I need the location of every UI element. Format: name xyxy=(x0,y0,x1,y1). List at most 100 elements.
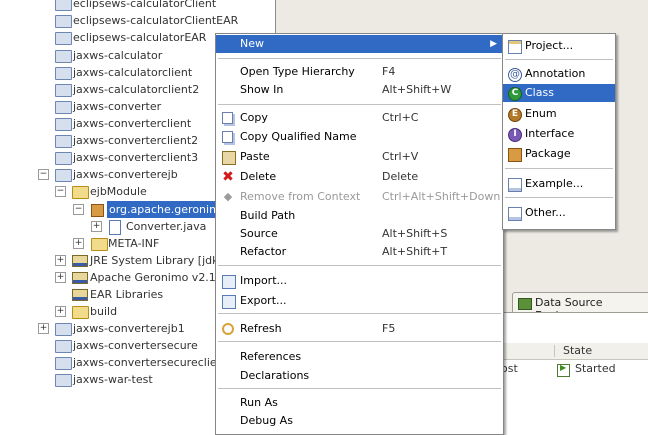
tree-item-label: JRE System Library [jdk1. xyxy=(90,254,230,267)
new-submenu: Project... @ Annotation C Class E Enum I… xyxy=(502,33,616,230)
menu-separator xyxy=(505,59,613,60)
new-wizard-icon xyxy=(508,207,522,221)
project-folder-icon xyxy=(55,357,72,370)
paste-icon xyxy=(222,151,236,165)
project-folder-icon xyxy=(55,32,72,45)
class-icon: C xyxy=(508,87,522,101)
tree-item[interactable]: eclipsews-calculatorClientEAR xyxy=(0,12,276,29)
project-folder-icon xyxy=(55,101,72,114)
column-separator[interactable] xyxy=(554,345,555,357)
tree-item-label: jaxws-converterclient xyxy=(73,117,192,130)
library-icon xyxy=(72,255,88,267)
submenu-item-enum[interactable]: E Enum xyxy=(503,105,615,123)
tree-item-label: ejbModule xyxy=(90,185,147,198)
menu-item-copy-qualified-name[interactable]: Copy Qualified Name xyxy=(216,128,503,146)
started-icon xyxy=(557,363,570,377)
tree-item-label: Converter.java xyxy=(126,220,207,233)
submenu-item-annotation[interactable]: @ Annotation xyxy=(503,65,615,83)
submenu-arrow-icon: ▶ xyxy=(490,39,497,49)
menu-item-export[interactable]: Export... xyxy=(216,292,503,310)
project-folder-icon xyxy=(55,135,72,148)
tree-item-label: eclipsews-calculatorEAR xyxy=(73,31,207,44)
menu-item-build-path[interactable]: Build Path xyxy=(216,207,503,225)
menu-item-import[interactable]: Import... xyxy=(216,272,503,290)
refresh-icon xyxy=(222,323,234,335)
project-folder-icon xyxy=(55,0,72,11)
expand-toggle[interactable]: + xyxy=(73,238,84,249)
project-folder-icon xyxy=(55,118,72,131)
menu-item-refresh[interactable]: Refresh F5 xyxy=(216,320,503,338)
library-icon xyxy=(72,272,88,284)
database-icon xyxy=(518,298,532,310)
submenu-item-package[interactable]: Package xyxy=(503,145,615,163)
enum-icon: E xyxy=(508,108,522,122)
menu-item-show-in[interactable]: Show In Alt+Shift+W xyxy=(216,81,503,99)
menu-item-paste[interactable]: Paste Ctrl+V xyxy=(216,148,503,166)
tree-item-label: EAR Libraries xyxy=(90,288,164,301)
tree-item-label: eclipsews-calculatorClient xyxy=(73,0,217,10)
collapse-toggle[interactable]: − xyxy=(73,204,84,215)
expand-toggle[interactable]: + xyxy=(38,323,49,334)
collapse-toggle[interactable]: − xyxy=(38,169,49,180)
menu-item-remove-from-context[interactable]: ◆ Remove from Context Ctrl+Alt+Shift+Dow… xyxy=(216,188,503,206)
tree-item-label: jaxws-converterclient2 xyxy=(73,134,199,147)
source-folder-icon xyxy=(72,186,89,199)
tree-item-label: jaxws-converterejb xyxy=(73,168,178,181)
expand-toggle[interactable]: + xyxy=(55,272,66,283)
java-file-icon xyxy=(109,220,121,235)
expand-toggle[interactable]: + xyxy=(55,255,66,266)
project-folder-icon xyxy=(55,340,72,353)
menu-item-delete[interactable]: ✖ Delete Delete xyxy=(216,168,503,186)
menu-item-debug-as[interactable]: Debug As xyxy=(216,412,503,430)
export-icon xyxy=(222,295,236,309)
submenu-item-interface[interactable]: I Interface xyxy=(503,125,615,143)
tree-item-label: jaxws-converterejb1 xyxy=(73,322,185,335)
tree-item-label: jaxws-calculatorclient2 xyxy=(73,83,200,96)
menu-item-source[interactable]: Source Alt+Shift+S xyxy=(216,225,503,243)
expand-toggle[interactable]: + xyxy=(91,221,102,232)
collapse-toggle[interactable]: − xyxy=(55,186,66,197)
tree-item-label: jaxws-convertersecure xyxy=(73,339,198,352)
annotation-icon: @ xyxy=(508,68,522,82)
submenu-item-example[interactable]: Example... xyxy=(503,175,615,193)
package-icon xyxy=(508,148,522,162)
menu-item-new[interactable]: New ▶ xyxy=(216,35,503,53)
tree-item-label: jaxws-calculator xyxy=(73,49,163,62)
project-folder-icon xyxy=(55,374,72,387)
copy-icon xyxy=(222,131,233,143)
menu-separator xyxy=(218,58,501,59)
remove-context-icon: ◆ xyxy=(223,190,233,203)
submenu-item-other[interactable]: Other... xyxy=(503,204,615,222)
menu-separator xyxy=(218,265,501,266)
menu-item-copy[interactable]: Copy Ctrl+C xyxy=(216,109,503,127)
column-header[interactable]: State xyxy=(503,343,648,360)
project-folder-icon xyxy=(55,152,72,165)
menu-separator xyxy=(218,388,501,389)
tree-item-label: jaxws-calculatorclient xyxy=(73,66,193,79)
expand-toggle[interactable]: + xyxy=(55,306,66,317)
menu-item-open-type-hierarchy[interactable]: Open Type Hierarchy F4 xyxy=(216,63,503,81)
submenu-item-project[interactable]: Project... xyxy=(503,37,615,55)
folder-icon xyxy=(72,306,89,319)
delete-icon: ✖ xyxy=(222,169,234,185)
tree-item-label: org.apache.geronimo xyxy=(107,201,229,218)
menu-item-declarations[interactable]: Declarations xyxy=(216,367,503,385)
server-row[interactable]: ost Started xyxy=(501,361,648,379)
new-example-icon xyxy=(508,178,522,192)
tree-item-label: jaxws-war-test xyxy=(73,373,153,386)
server-state: Started xyxy=(575,362,616,375)
menu-item-run-as[interactable]: Run As xyxy=(216,394,503,412)
tree-item-label: build xyxy=(90,305,118,318)
menu-item-refactor[interactable]: Refactor Alt+Shift+T xyxy=(216,243,503,261)
tree-item-label: META-INF xyxy=(108,237,160,250)
submenu-item-class[interactable]: C Class xyxy=(503,84,615,102)
project-folder-icon xyxy=(55,50,72,63)
copy-icon xyxy=(222,112,233,124)
tab-data-source-explorer[interactable]: Data Source Explorer xyxy=(512,292,648,322)
interface-icon: I xyxy=(508,128,522,142)
project-folder-icon xyxy=(55,323,72,336)
tree-item[interactable]: eclipsews-calculatorClient xyxy=(0,0,276,12)
menu-item-references[interactable]: References xyxy=(216,348,503,366)
menu-separator xyxy=(218,313,501,314)
tree-item-label: jaxws-convertersecureclient xyxy=(73,356,228,369)
